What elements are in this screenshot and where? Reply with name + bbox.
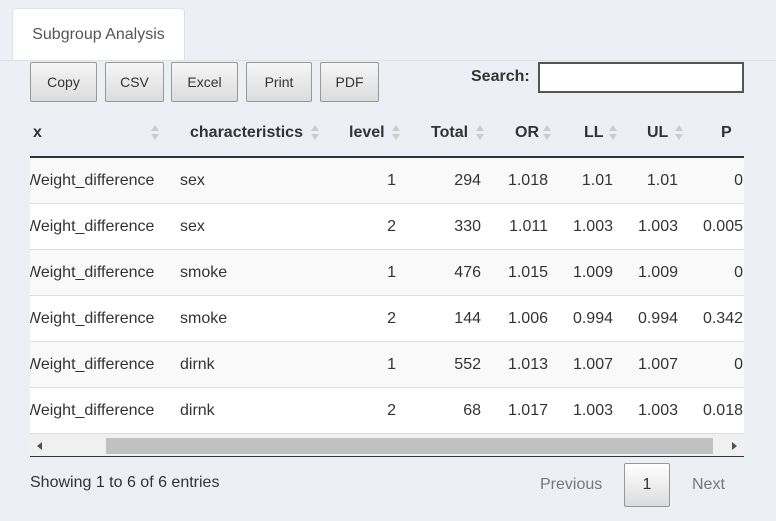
cell-ul: 1.01 [646, 171, 678, 189]
cell-ll: 1.003 [572, 217, 613, 235]
cell-total: 552 [454, 355, 481, 373]
cell-x: Weight_difference [30, 309, 155, 327]
cell-level: 2 [387, 309, 396, 327]
cell-or: 1.017 [507, 401, 548, 419]
sort-icon[interactable] [543, 125, 551, 141]
data-table: x characteristics level Total OR LL UL P… [30, 110, 744, 458]
excel-button[interactable]: Excel [171, 62, 238, 102]
scroll-left-icon[interactable] [37, 442, 42, 450]
cell-characteristics: dirnk [180, 401, 215, 419]
cell-level: 1 [387, 355, 396, 373]
cell-x: Weight_difference [30, 171, 155, 189]
cell-ll: 1.007 [572, 355, 613, 373]
cell-x: Weight_difference [30, 217, 155, 235]
sort-icon[interactable] [609, 125, 617, 141]
cell-characteristics: dirnk [180, 355, 215, 373]
print-button[interactable]: Print [246, 62, 312, 102]
column-header-characteristics[interactable]: characteristics [190, 110, 303, 156]
cell-x: Weight_difference [30, 355, 155, 373]
cell-p: 0 [734, 355, 743, 373]
copy-button[interactable]: Copy [30, 62, 97, 102]
cell-level: 1 [387, 171, 396, 189]
cell-characteristics: sex [180, 217, 205, 235]
column-header-ll[interactable]: LL [584, 110, 604, 156]
table-info: Showing 1 to 6 of 6 entries [30, 474, 220, 491]
table-row: Weight_difference smoke 1 476 1.015 1.00… [30, 250, 744, 296]
table-row: Weight_difference sex 2 330 1.011 1.003 … [30, 204, 744, 250]
cell-or: 1.015 [507, 263, 548, 281]
tab-label: Subgroup Analysis [32, 26, 165, 43]
column-header-p[interactable]: P [721, 110, 732, 156]
cell-total: 68 [463, 401, 481, 419]
table-bottom-border [30, 456, 744, 457]
column-header-or[interactable]: OR [515, 110, 539, 156]
csv-button[interactable]: CSV [105, 62, 164, 102]
search-label: Search: [471, 68, 530, 85]
cell-total: 294 [454, 171, 481, 189]
cell-ul: 1.003 [637, 217, 678, 235]
cell-p: 0 [734, 171, 743, 189]
sort-icon[interactable] [392, 125, 400, 141]
cell-ll: 1.009 [572, 263, 613, 281]
table-row: Weight_difference dirnk 2 68 1.017 1.003… [30, 388, 744, 434]
cell-total: 144 [454, 309, 481, 327]
table-header: x characteristics level Total OR LL UL P [30, 110, 744, 158]
cell-or: 1.011 [509, 217, 548, 235]
sort-icon[interactable] [675, 125, 683, 141]
cell-characteristics: smoke [180, 309, 228, 327]
tab-subgroup-analysis[interactable]: Subgroup Analysis [12, 8, 185, 61]
column-header-ul[interactable]: UL [647, 110, 668, 156]
horizontal-scrollbar[interactable] [30, 436, 744, 456]
cell-or: 1.006 [507, 309, 548, 327]
cell-level: 1 [387, 263, 396, 281]
cell-or: 1.013 [507, 355, 548, 373]
previous-page-button[interactable]: Previous [540, 476, 602, 494]
cell-ul: 1.003 [637, 401, 678, 419]
cell-p: 0.342 [702, 309, 743, 327]
table-row: Weight_difference smoke 2 144 1.006 0.99… [30, 296, 744, 342]
next-page-button[interactable]: Next [692, 476, 725, 494]
tab-divider [0, 60, 776, 61]
cell-p: 0 [734, 263, 743, 281]
cell-ul: 1.007 [637, 355, 678, 373]
cell-level: 2 [387, 217, 396, 235]
cell-ll: 1.01 [581, 171, 613, 189]
sort-icon[interactable] [311, 125, 319, 141]
pdf-button[interactable]: PDF [320, 62, 379, 102]
scrollbar-thumb[interactable] [106, 438, 713, 454]
scroll-right-icon[interactable] [732, 442, 737, 450]
cell-ul: 0.994 [637, 309, 678, 327]
cell-characteristics: smoke [180, 263, 228, 281]
table-row: Weight_difference sex 1 294 1.018 1.01 1… [30, 158, 744, 204]
page-1-button[interactable]: 1 [624, 463, 670, 507]
sort-icon[interactable] [476, 125, 484, 141]
cell-x: Weight_difference [30, 263, 155, 281]
cell-total: 330 [454, 217, 481, 235]
cell-x: Weight_difference [30, 401, 155, 419]
table-row: Weight_difference dirnk 1 552 1.013 1.00… [30, 342, 744, 388]
cell-p: 0.018 [702, 401, 743, 419]
column-header-x[interactable]: x [33, 110, 42, 156]
cell-characteristics: sex [180, 171, 205, 189]
cell-ll: 1.003 [572, 401, 613, 419]
cell-total: 476 [454, 263, 481, 281]
cell-level: 2 [387, 401, 396, 419]
search-input[interactable] [538, 62, 744, 93]
cell-or: 1.018 [507, 171, 548, 189]
cell-ul: 1.009 [637, 263, 678, 281]
column-header-total[interactable]: Total [431, 110, 468, 156]
column-header-level[interactable]: level [349, 110, 385, 156]
sort-icon[interactable] [151, 125, 159, 141]
cell-p: 0.005 [702, 217, 743, 235]
cell-ll: 0.994 [572, 309, 613, 327]
